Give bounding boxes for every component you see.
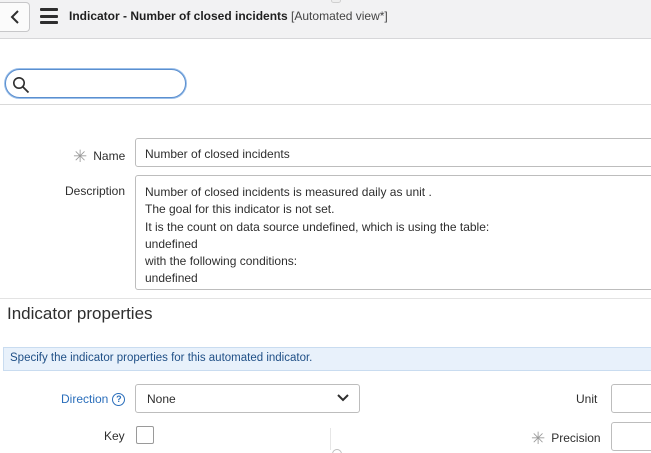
divider <box>0 104 651 105</box>
page-title: Indicator - Number of closed incidents [… <box>69 9 388 23</box>
divider <box>330 428 331 450</box>
key-checkbox[interactable] <box>136 426 154 444</box>
name-label: Name <box>93 149 126 163</box>
back-button[interactable] <box>0 2 30 32</box>
description-line: with the following conditions: <box>145 254 298 269</box>
direction-label-row[interactable]: Direction ? <box>61 392 126 406</box>
description-field[interactable]: Number of closed incidents is measured d… <box>135 175 651 290</box>
info-message: Specify the indicator properties for thi… <box>3 347 651 371</box>
name-label-row: ✳ Name <box>73 147 125 167</box>
description-line: undefined <box>145 271 198 286</box>
hamburger-menu-icon[interactable] <box>40 8 58 24</box>
description-label: Description <box>65 184 126 198</box>
precision-field[interactable] <box>611 422 651 451</box>
divider <box>0 298 651 299</box>
resize-grip[interactable] <box>331 0 341 3</box>
description-line: undefined <box>145 236 198 251</box>
description-line: The goal for this indicator is not set. <box>145 202 335 217</box>
record-title: Indicator - Number of closed incidents <box>69 9 288 23</box>
section-title: Indicator properties <box>7 304 153 323</box>
unit-label: Unit <box>576 392 598 406</box>
form-header: Indicator - Number of closed incidents [… <box>0 0 651 39</box>
help-circle-icon[interactable]: ? <box>112 392 126 406</box>
precision-label-row: ✳ Precision <box>531 429 601 449</box>
view-label: [Automated view*] <box>291 9 388 23</box>
search-icon <box>13 77 30 94</box>
asterisk-icon: ✳ <box>73 147 88 166</box>
unit-field[interactable] <box>611 384 651 413</box>
search-input[interactable] <box>5 69 186 98</box>
asterisk-icon: ✳ <box>531 429 546 448</box>
direction-value: None <box>147 392 176 406</box>
precision-label: Precision <box>551 431 601 445</box>
description-line: It is the count on data source undefined… <box>145 219 490 234</box>
chevron-left-icon <box>10 10 19 24</box>
scroll-handle[interactable] <box>332 449 342 453</box>
key-label: Key <box>104 429 125 443</box>
chevron-down-icon <box>337 394 349 402</box>
direction-select[interactable]: None <box>135 384 360 413</box>
direction-label: Direction <box>61 392 109 406</box>
description-line: Number of closed incidents is measured d… <box>145 185 432 199</box>
name-field[interactable]: Number of closed incidents <box>135 138 651 167</box>
